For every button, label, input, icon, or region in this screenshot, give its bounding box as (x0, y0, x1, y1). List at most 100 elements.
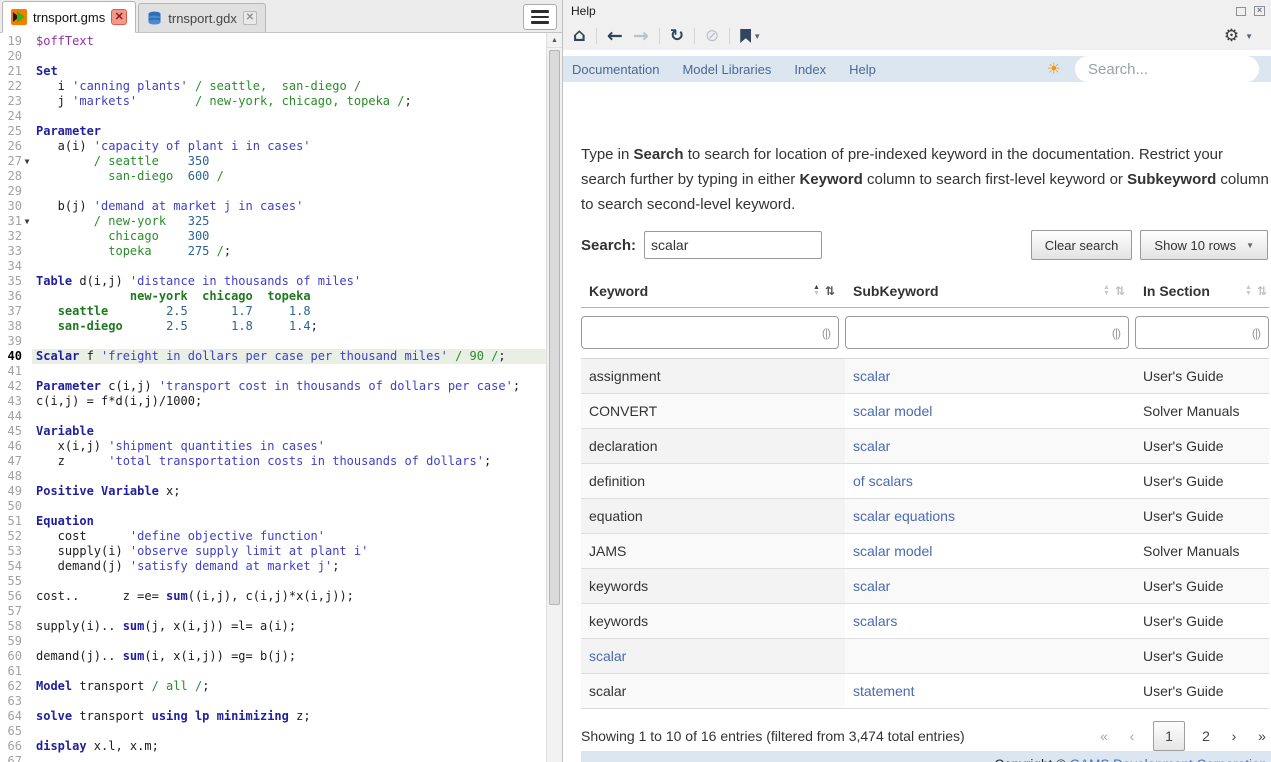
stop-icon[interactable]: ⊘ (705, 28, 719, 45)
code-line[interactable]: 61 (0, 664, 546, 679)
keyword-link[interactable]: scalar (589, 648, 626, 664)
nav-model-libraries[interactable]: Model Libraries (682, 62, 771, 77)
code-line[interactable]: 23 j 'markets' / new-york, chicago, tope… (0, 94, 546, 109)
back-icon[interactable]: ← (607, 27, 623, 46)
column-header-subkeyword[interactable]: SubKeyword ▲▼ ⇅ (845, 283, 1135, 299)
subkeyword-link[interactable]: statement (853, 683, 914, 699)
code-line[interactable]: 34 (0, 259, 546, 274)
code-line[interactable]: 65 (0, 724, 546, 739)
subkeyword-link[interactable]: of scalars (853, 473, 913, 489)
code-line[interactable]: 41 (0, 364, 546, 379)
reload-icon[interactable]: ↻ (670, 28, 684, 45)
tab-trnsport-gdx[interactable]: trnsport.gdx ✕ (138, 3, 266, 32)
code-line[interactable]: 37 seattle 2.5 1.7 1.8 (0, 304, 546, 319)
page-button-‹[interactable]: ‹ (1125, 728, 1139, 744)
code-editor[interactable]: 19$offText2021Set22 i 'canning plants' /… (0, 33, 546, 762)
page-button-«[interactable]: « (1097, 728, 1111, 744)
close-tab-icon[interactable]: ✕ (111, 9, 127, 25)
doc-search-input[interactable] (1088, 61, 1271, 78)
page-button-2[interactable]: 2 (1199, 728, 1213, 744)
code-line[interactable]: 50 (0, 499, 546, 514)
subkeyword-filter-input[interactable]: (|) (845, 316, 1129, 349)
code-line[interactable]: 24 (0, 109, 546, 124)
code-line[interactable]: 55 (0, 574, 546, 589)
code-line[interactable]: 43c(i,j) = f*d(i,j)/1000; (0, 394, 546, 409)
column-header-in-section[interactable]: In Section ▲▼ ⇅ (1135, 283, 1269, 299)
code-line[interactable]: 56cost.. z =e= sum((i,j), c(i,j)*x(i,j))… (0, 589, 546, 604)
code-line[interactable]: 45Variable (0, 424, 546, 439)
sort-order-icon[interactable]: ⇅ (1115, 284, 1125, 298)
subkeyword-link[interactable]: scalar (853, 438, 890, 454)
code-line[interactable]: 42Parameter c(i,j) 'transport cost in th… (0, 379, 546, 394)
code-line[interactable]: 20 (0, 49, 546, 64)
search-input[interactable] (644, 231, 822, 259)
close-tab-icon[interactable]: ✕ (243, 11, 257, 25)
subkeyword-link[interactable]: scalar model (853, 543, 932, 559)
page-button-›[interactable]: › (1227, 728, 1241, 744)
sun-icon[interactable]: ☀ (1047, 61, 1061, 77)
hamburger-menu-icon[interactable] (523, 4, 557, 30)
sort-order-icon[interactable]: ⇅ (1257, 284, 1267, 298)
nav-documentation[interactable]: Documentation (572, 62, 659, 77)
code-line[interactable]: 46 x(i,j) 'shipment quantities in cases' (0, 439, 546, 454)
code-line[interactable]: 54 demand(j) 'satisfy demand at market j… (0, 559, 546, 574)
fold-marker-icon[interactable]: ▼ (22, 214, 32, 229)
sort-order-icon[interactable]: ⇅ (825, 284, 835, 298)
gams-corporation-link[interactable]: GAMS Development Corporation (1070, 757, 1267, 762)
code-line[interactable]: 40Scalar f 'freight in dollars per case … (0, 349, 546, 364)
code-line[interactable]: 19$offText (0, 34, 546, 49)
subkeyword-link[interactable]: scalar equations (853, 508, 955, 524)
code-line[interactable]: 57 (0, 604, 546, 619)
code-line[interactable]: 48 (0, 469, 546, 484)
nav-index[interactable]: Index (794, 62, 826, 77)
fold-marker-icon[interactable]: ▼ (22, 154, 32, 169)
keyword-filter-input[interactable]: (|) (581, 316, 839, 349)
code-line[interactable]: 27▼ / seattle 350 (0, 154, 546, 169)
code-line[interactable]: 63 (0, 694, 546, 709)
code-line[interactable]: 67 (0, 754, 546, 762)
code-line[interactable]: 33 topeka 275 /; (0, 244, 546, 259)
code-line[interactable]: 35Table d(i,j) 'distance in thousands of… (0, 274, 546, 289)
code-line[interactable]: 64solve transport using lp minimizing z; (0, 709, 546, 724)
code-line[interactable]: 52 cost 'define objective function' (0, 529, 546, 544)
sort-arrows-icon[interactable]: ▲▼ (1245, 285, 1252, 297)
code-line[interactable]: 39 (0, 334, 546, 349)
float-window-icon[interactable] (1236, 7, 1246, 16)
code-line[interactable]: 44 (0, 409, 546, 424)
scroll-up-arrow-icon[interactable]: ▲ (547, 33, 562, 48)
code-line[interactable]: 21Set (0, 64, 546, 79)
code-line[interactable]: 32 chicago 300 (0, 229, 546, 244)
code-line[interactable]: 26 a(i) 'capacity of plant i in cases' (0, 139, 546, 154)
code-line[interactable]: 38 san-diego 2.5 1.8 1.4; (0, 319, 546, 334)
tab-trnsport-gms[interactable]: trnsport.gms ✕ (2, 1, 136, 33)
page-button-»[interactable]: » (1255, 728, 1269, 744)
sort-arrows-icon[interactable]: ▲▼ (1103, 285, 1110, 297)
code-line[interactable]: 62Model transport / all /; (0, 679, 546, 694)
code-line[interactable]: 29 (0, 184, 546, 199)
close-icon[interactable]: × (1254, 6, 1265, 16)
code-line[interactable]: 31▼ / new-york 325 (0, 214, 546, 229)
code-line[interactable]: 58supply(i).. sum(j, x(i,j)) =l= a(i); (0, 619, 546, 634)
code-line[interactable]: 59 (0, 634, 546, 649)
subkeyword-link[interactable]: scalar (853, 578, 890, 594)
subkeyword-link[interactable]: scalars (853, 613, 897, 629)
code-line[interactable]: 53 supply(i) 'observe supply limit at pl… (0, 544, 546, 559)
editor-scrollbar[interactable]: ▲ (546, 33, 562, 762)
clear-search-button[interactable]: Clear search (1031, 230, 1133, 260)
sort-arrows-icon[interactable]: ▲▼ (813, 285, 820, 297)
code-line[interactable]: 51Equation (0, 514, 546, 529)
code-line[interactable]: 49Positive Variable x; (0, 484, 546, 499)
code-line[interactable]: 22 i 'canning plants' / seattle, san-die… (0, 79, 546, 94)
doc-search-box[interactable] (1075, 56, 1259, 82)
nav-help[interactable]: Help (849, 62, 876, 77)
forward-icon[interactable]: → (633, 27, 649, 46)
help-options-button[interactable]: ⚙ ▼ (1224, 28, 1261, 45)
code-line[interactable]: 47 z 'total transportation costs in thou… (0, 454, 546, 469)
code-line[interactable]: 25Parameter (0, 124, 546, 139)
page-button-1[interactable]: 1 (1153, 721, 1185, 751)
code-line[interactable]: 66display x.l, x.m; (0, 739, 546, 754)
scrollbar-thumb[interactable] (549, 50, 560, 605)
insection-filter-input[interactable]: (|) (1135, 316, 1269, 349)
column-header-keyword[interactable]: Keyword ▲▼ ⇅ (581, 283, 845, 299)
subkeyword-link[interactable]: scalar model (853, 403, 932, 419)
